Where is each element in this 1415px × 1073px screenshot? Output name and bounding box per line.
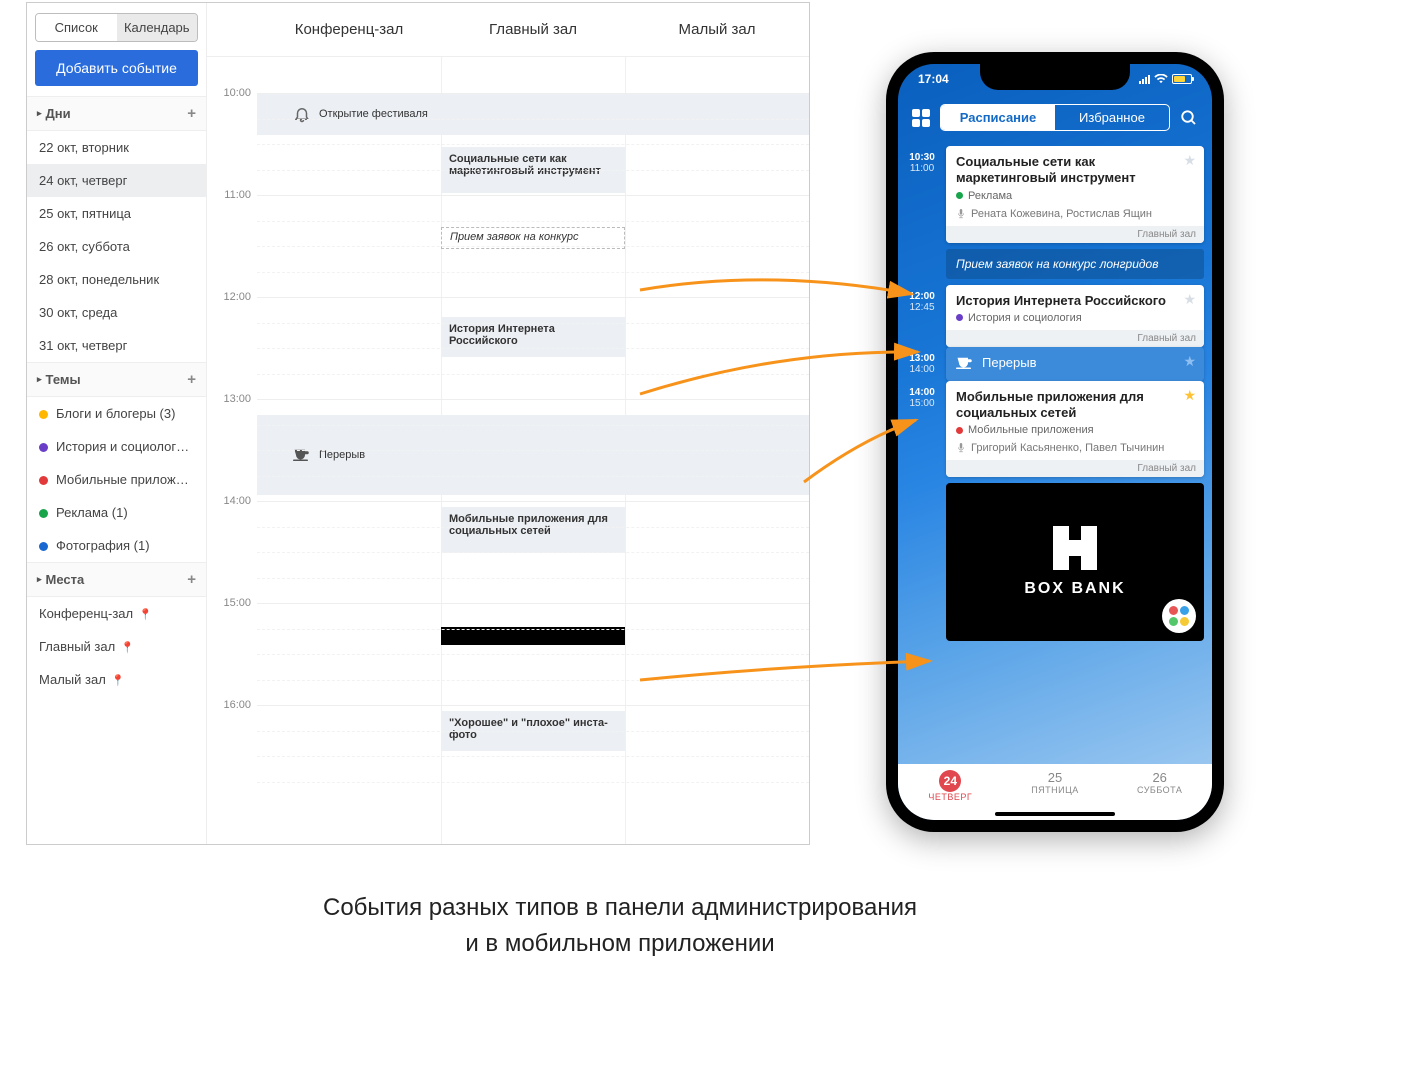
plus-icon[interactable]: +: [187, 571, 196, 588]
place-item[interactable]: Главный зал 📍: [27, 630, 206, 663]
seg-favorites[interactable]: Избранное: [1055, 105, 1169, 130]
feed-item[interactable]: 12:0012:45 ★ История Интернета Российско…: [898, 285, 1212, 347]
place-item[interactable]: Конференц-зал 📍: [27, 597, 206, 630]
theme-item[interactable]: Блоги и блогеры (3): [27, 397, 206, 430]
day-item[interactable]: 31 окт, четверг: [27, 329, 206, 362]
phone-screen: 17:04 Расписание Избранное 10:3011:: [898, 64, 1212, 820]
section-themes[interactable]: ▸Темы +: [27, 362, 206, 397]
tab-day[interactable]: 26СУББОТА: [1107, 764, 1212, 820]
phone-topbar: Расписание Избранное: [898, 104, 1212, 131]
caption: События разных типов в панели администри…: [0, 890, 1240, 962]
status-time: 17:04: [918, 72, 949, 86]
event-banner-slot[interactable]: [441, 627, 625, 645]
mic-icon: [956, 209, 966, 219]
room-col: Конференц-зал: [257, 3, 441, 56]
sidebar: Список Календарь Добавить событие ▸Дни +…: [27, 3, 207, 844]
section-days[interactable]: ▸Дни +: [27, 96, 206, 131]
star-icon[interactable]: ★: [1183, 152, 1196, 169]
star-icon[interactable]: ★: [1183, 291, 1196, 308]
room-header: Конференц-зал Главный зал Малый зал: [207, 3, 809, 57]
feed-break[interactable]: 13:0014:00 ★ Перерыв: [898, 347, 1212, 381]
day-item[interactable]: 22 окт, вторник: [27, 131, 206, 164]
room-col: Малый зал: [625, 3, 809, 56]
day-item[interactable]: 24 окт, четверг: [27, 164, 206, 197]
toggle-list[interactable]: Список: [36, 14, 117, 41]
fab-button[interactable]: [1162, 599, 1196, 633]
calendar: Конференц-зал Главный зал Малый зал 10:0…: [207, 3, 809, 844]
section-places[interactable]: ▸Места +: [27, 562, 206, 597]
toggle-calendar[interactable]: Календарь: [117, 14, 198, 41]
wifi-icon: [1154, 74, 1168, 84]
feed-item[interactable]: 14:0015:00 ★ Мобильные приложения для со…: [898, 381, 1212, 478]
day-item[interactable]: 25 окт, пятница: [27, 197, 206, 230]
day-item[interactable]: 30 окт, среда: [27, 296, 206, 329]
star-icon[interactable]: ★: [1183, 353, 1196, 370]
add-event-button[interactable]: Добавить событие: [35, 50, 198, 86]
feed-ribbon[interactable]: Прием заявок на конкурс лонгридов: [898, 243, 1212, 285]
battery-icon: [1172, 74, 1192, 84]
feed-item[interactable]: 10:3011:00 ★ Социальные сети как маркети…: [898, 146, 1212, 243]
signal-icon: [1139, 74, 1150, 84]
view-toggle: Список Календарь: [35, 13, 198, 42]
search-icon[interactable]: [1180, 109, 1198, 127]
tab-day[interactable]: 24ЧЕТВЕРГ: [898, 764, 1003, 820]
mic-icon: [956, 443, 966, 453]
theme-item[interactable]: История и социология (3): [27, 430, 206, 463]
phone-mockup: 17:04 Расписание Избранное 10:3011:: [886, 52, 1224, 832]
cup-icon: [956, 356, 974, 370]
grid-icon[interactable]: [912, 109, 930, 127]
plus-icon[interactable]: +: [187, 371, 196, 388]
event-opening[interactable]: Открытие фестиваля: [257, 93, 809, 135]
plus-icon[interactable]: +: [187, 105, 196, 122]
home-indicator: [995, 812, 1115, 816]
place-item[interactable]: Малый зал 📍: [27, 663, 206, 696]
event-break[interactable]: Перерыв: [257, 415, 809, 495]
theme-item[interactable]: Фотография (1): [27, 529, 206, 562]
day-item[interactable]: 26 окт, суббота: [27, 230, 206, 263]
theme-item[interactable]: Мобильные приложени...: [27, 463, 206, 496]
feed[interactable]: 10:3011:00 ★ Социальные сети как маркети…: [898, 146, 1212, 764]
bell-icon: [293, 105, 311, 123]
segment-control: Расписание Избранное: [940, 104, 1170, 131]
theme-item[interactable]: Реклама (1): [27, 496, 206, 529]
seg-schedule[interactable]: Расписание: [941, 105, 1055, 130]
boxbank-logo: [1053, 526, 1097, 570]
notch: [980, 64, 1130, 90]
star-icon[interactable]: ★: [1183, 387, 1196, 404]
room-col: Главный зал: [441, 3, 625, 56]
day-item[interactable]: 28 окт, понедельник: [27, 263, 206, 296]
admin-panel: Список Календарь Добавить событие ▸Дни +…: [26, 2, 810, 845]
event-mobile[interactable]: Мобильные приложения для социальных сете…: [441, 507, 625, 553]
banner[interactable]: BOX BANK: [946, 483, 1204, 641]
